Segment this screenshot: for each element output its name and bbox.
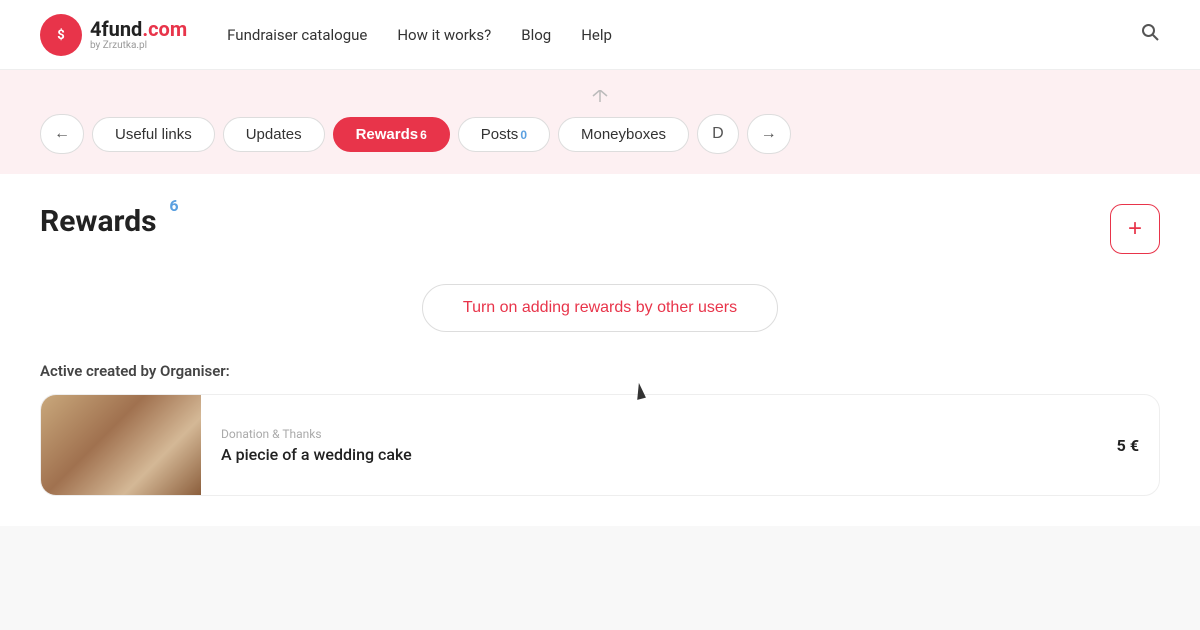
- nav-fundraiser-catalogue[interactable]: Fundraiser catalogue: [227, 26, 367, 44]
- turn-on-wrapper: Turn on adding rewards by other users: [40, 284, 1160, 332]
- logo-name: 4fund.com: [90, 18, 187, 40]
- tab-posts[interactable]: Posts0: [458, 117, 550, 152]
- search-icon[interactable]: [1140, 22, 1160, 47]
- tab-next-button[interactable]: →: [747, 114, 791, 154]
- reward-card-image-inner: [41, 395, 201, 495]
- tab-moneyboxes[interactable]: Moneyboxes: [558, 117, 689, 152]
- tab-bar: ← Useful links Updates Rewards6 Posts0 M…: [40, 114, 1160, 154]
- nav-help[interactable]: Help: [581, 26, 612, 44]
- tab-prev-button[interactable]: ←: [40, 114, 84, 154]
- logo-icon: $: [40, 14, 82, 56]
- rewards-title: Rewards: [40, 204, 157, 239]
- header: $ 4fund.com by Zrzutka.pl Fundraiser cat…: [0, 0, 1200, 70]
- scroll-indicator: [40, 90, 1160, 102]
- reward-card-image: [41, 395, 201, 495]
- nav-how-it-works[interactable]: How it works?: [397, 26, 491, 44]
- main-content: 6 Rewards + Turn on adding rewards by ot…: [0, 174, 1200, 526]
- reward-card: Donation & Thanks A piecie of a wedding …: [40, 394, 1160, 496]
- add-reward-button[interactable]: +: [1110, 204, 1160, 254]
- turn-on-rewards-button[interactable]: Turn on adding rewards by other users: [422, 284, 778, 332]
- logo[interactable]: $ 4fund.com by Zrzutka.pl: [40, 14, 187, 56]
- logo-text: 4fund.com by Zrzutka.pl: [90, 18, 187, 51]
- tab-useful-links[interactable]: Useful links: [92, 117, 215, 152]
- tab-rewards[interactable]: Rewards6: [333, 117, 450, 152]
- reward-card-body: Donation & Thanks A piecie of a wedding …: [201, 415, 1117, 476]
- svg-text:$: $: [57, 28, 64, 43]
- rewards-title-wrap: 6 Rewards: [40, 204, 157, 239]
- rewards-header: 6 Rewards +: [40, 174, 1160, 274]
- reward-card-price: 5 €: [1117, 436, 1159, 455]
- tab-more[interactable]: D: [697, 114, 739, 154]
- reward-card-tag: Donation & Thanks: [221, 427, 1097, 441]
- tab-updates[interactable]: Updates: [223, 117, 325, 152]
- nav-blog[interactable]: Blog: [521, 26, 551, 44]
- rewards-count: 6: [169, 196, 178, 215]
- logo-subtext: by Zrzutka.pl: [90, 40, 187, 51]
- active-organiser-label: Active created by Organiser:: [40, 362, 1160, 380]
- tab-bar-wrapper: ← Useful links Updates Rewards6 Posts0 M…: [0, 70, 1200, 174]
- reward-card-title: A piecie of a wedding cake: [221, 445, 1097, 464]
- main-nav: Fundraiser catalogue How it works? Blog …: [227, 22, 1160, 47]
